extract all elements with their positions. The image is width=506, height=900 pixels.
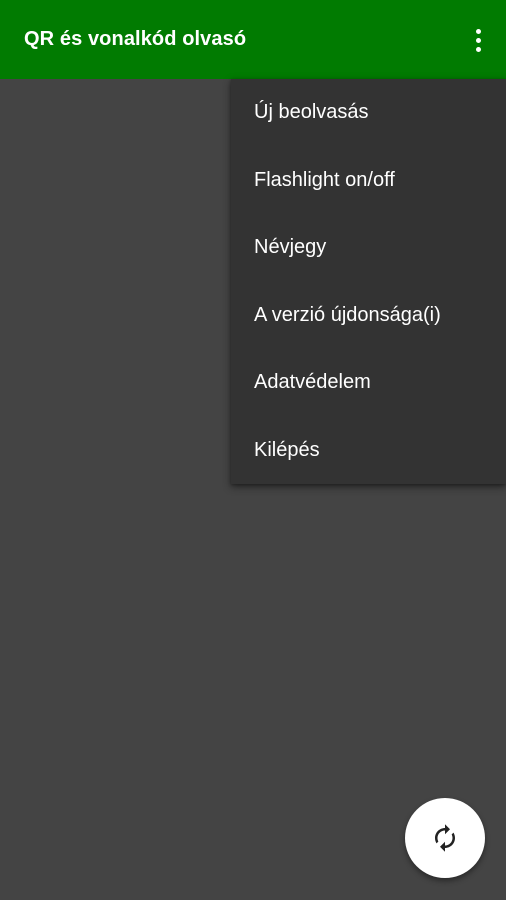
overflow-menu: Új beolvasás Flashlight on/off Névjegy A… bbox=[231, 79, 506, 484]
app-bar: QR és vonalkód olvasó bbox=[0, 0, 506, 79]
more-vert-dot bbox=[475, 37, 481, 43]
menu-item-flashlight[interactable]: Flashlight on/off bbox=[231, 147, 506, 215]
more-vert-icon[interactable] bbox=[466, 22, 490, 58]
menu-item-privacy[interactable]: Adatvédelem bbox=[231, 349, 506, 417]
switch-camera-icon bbox=[435, 824, 455, 852]
screen: QR és vonalkód olvasó Új beolvasás Flash… bbox=[0, 0, 506, 900]
more-vert-dot bbox=[475, 28, 481, 34]
more-vert-dot bbox=[475, 46, 481, 52]
menu-item-new-scan[interactable]: Új beolvasás bbox=[231, 79, 506, 147]
menu-item-exit[interactable]: Kilépés bbox=[231, 417, 506, 485]
menu-item-about[interactable]: Névjegy bbox=[231, 214, 506, 282]
menu-item-whats-new[interactable]: A verzió újdonsága(i) bbox=[231, 282, 506, 350]
app-title: QR és vonalkód olvasó bbox=[24, 28, 247, 50]
switch-camera-button[interactable] bbox=[405, 798, 485, 878]
